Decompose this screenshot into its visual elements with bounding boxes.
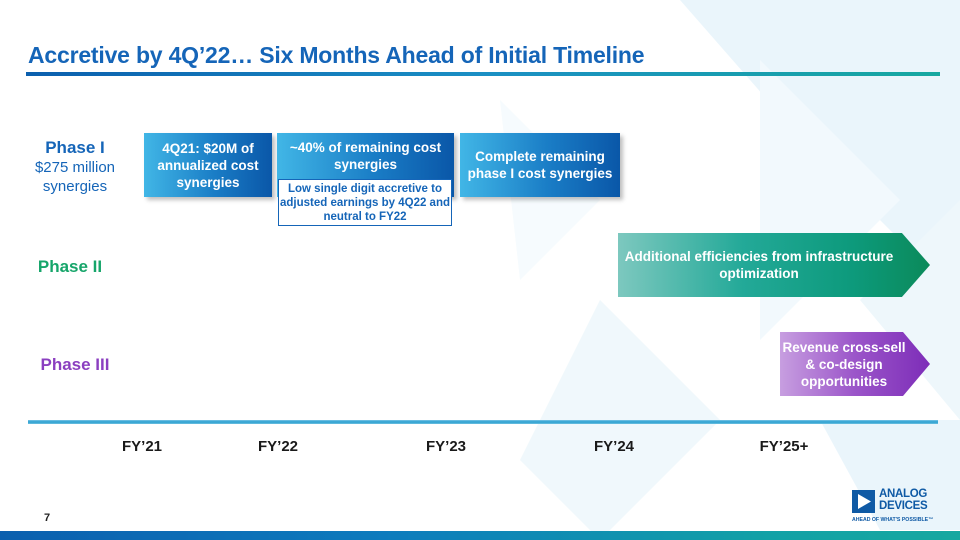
phase-1-box-4q21: 4Q21: $20M of annualized cost synergies — [144, 133, 272, 197]
timeline-axis — [28, 420, 938, 424]
slide-title: Accretive by 4Q’22… Six Months Ahead of … — [28, 42, 645, 68]
phase-3-arrow: Revenue cross-sell & co-design opportuni… — [780, 332, 930, 396]
timeline-label: FY’22 — [257, 438, 299, 455]
play-triangle-icon — [852, 490, 875, 513]
timeline-label: FY’24 — [593, 438, 635, 455]
phase-1-title: Phase I — [45, 138, 105, 157]
accretion-note: Low single digit accretive to adjusted e… — [278, 179, 452, 226]
phase-1-subtitle: $275 million synergies — [34, 159, 116, 195]
phase-2-arrow: Additional efficiencies from infrastruct… — [618, 233, 930, 297]
page-number: 7 — [44, 512, 51, 524]
phase-2-label: Phase II — [37, 257, 103, 276]
timeline-label: FY’21 — [121, 438, 163, 455]
logo-tagline: AHEAD OF WHAT'S POSSIBLE™ — [852, 517, 934, 523]
phase-1-label: Phase I $275 million synergies — [20, 138, 130, 196]
title-divider — [26, 72, 940, 76]
analog-devices-logo: ANALOG DEVICES AHEAD OF WHAT'S POSSIBLE™ — [852, 488, 940, 526]
timeline-label: FY’23 — [425, 438, 467, 455]
footer-bar — [0, 531, 960, 540]
phase-1-box-complete: Complete remaining phase I cost synergie… — [460, 133, 620, 197]
timeline-label: FY’25+ — [759, 438, 809, 455]
logo-wordmark: ANALOG DEVICES — [879, 488, 928, 512]
phase-3-label: Phase III — [40, 355, 110, 374]
